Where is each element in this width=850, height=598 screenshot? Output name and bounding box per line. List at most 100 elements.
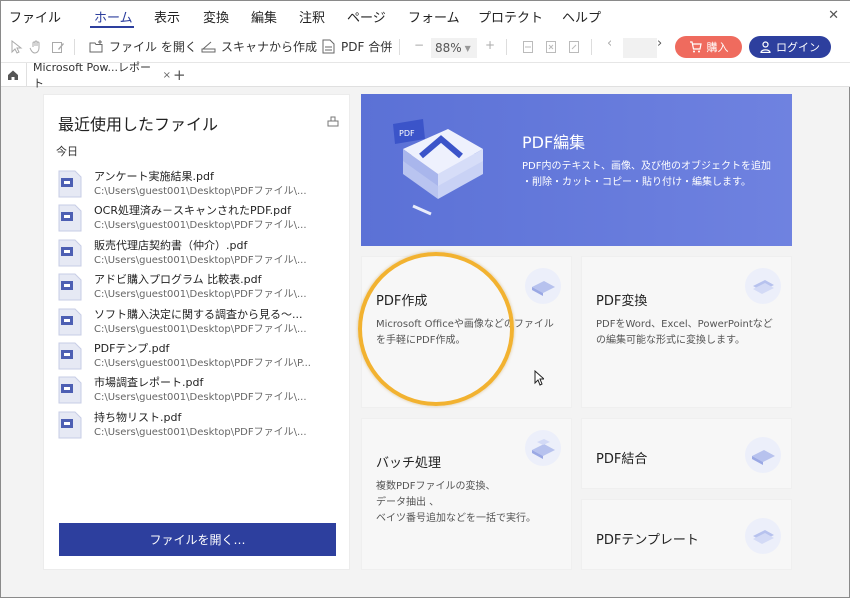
fit-width-icon[interactable] [521, 40, 535, 54]
menu-convert[interactable]: 変換 [203, 7, 229, 26]
pdf-combine-card[interactable]: PDF結合 [581, 418, 792, 489]
mouse-cursor-icon [534, 370, 544, 386]
pdf-convert-title: PDF変換 [596, 294, 648, 309]
pdf-convert-desc: PDFをWord、Excel、PowerPointなど の編集可能な形式に変換し… [596, 317, 791, 349]
recent-file-item[interactable]: 販売代理店契約書（仲介）.pdf C:\Users\guest001\Deskt… [58, 236, 348, 270]
select-icon[interactable] [9, 40, 23, 54]
recent-file-item[interactable]: ソフト購入決定に関する調査から見る～... C:\Users\guest001\… [58, 305, 348, 339]
zoom-value: 88% [435, 41, 462, 55]
pdf-convert-icon [745, 268, 781, 304]
active-menu-indicator [90, 26, 134, 28]
toolbar-divider [591, 39, 592, 55]
pdf-template-card[interactable]: PDFテンプレート [581, 499, 792, 570]
file-path: C:\Users\guest001\Desktop\PDFファイル\P... [94, 357, 311, 369]
pdf-edit-desc: PDF内のテキスト、画像、及び他のオブジェクトを追加 ・削除・カット・コピー・貼… [522, 159, 787, 191]
pdf-file-icon [58, 376, 82, 404]
login-button[interactable]: ログイン [749, 36, 831, 58]
scan-button[interactable]: スキャナから作成 [201, 38, 317, 55]
batch-desc-line: ベイツ番号追加などを一括で実行。 [376, 513, 536, 524]
recent-file-item[interactable]: アドビ購入プログラム 比較表.pdf C:\Users\guest001\Des… [58, 270, 348, 304]
pin-icon[interactable] [327, 115, 339, 127]
fit-page-icon[interactable] [544, 40, 558, 54]
pdf-convert-desc-line: の編集可能な形式に変換します。 [596, 335, 745, 346]
pdf-edit-title: PDF編集 [522, 133, 586, 152]
app-window: ファイル ホーム 表示 変換 編集 注釈 ページ フォーム プロテクト ヘルプ … [0, 0, 850, 598]
batch-icon [525, 430, 561, 466]
pdf-edit-desc-line: ・削除・カット・コピー・貼り付け・編集します。 [522, 177, 751, 188]
recent-file-item[interactable]: 持ち物リスト.pdf C:\Users\guest001\Desktop\PDF… [58, 408, 348, 442]
recent-group-label: 今日 [56, 145, 78, 158]
recent-file-item[interactable]: OCR処理済み－スキャンされたPDF.pdf C:\Users\guest001… [58, 201, 348, 235]
recent-file-list: アンケート実施結果.pdf C:\Users\guest001\Desktop\… [58, 167, 348, 442]
hand-icon[interactable] [29, 40, 43, 54]
add-tab-button[interactable]: + [173, 66, 186, 84]
menu-page[interactable]: ページ [347, 7, 386, 26]
batch-desc: 複数PDFファイルの変換、 データ抽出 、 ベイツ番号追加などを一括で実行。 [376, 479, 571, 527]
zoom-out-button[interactable]: − [414, 38, 424, 52]
recent-file-item[interactable]: PDFテンプ.pdf C:\Users\guest001\Desktop\PDF… [58, 339, 348, 373]
scan-label: スキャナから作成 [221, 40, 318, 54]
pdf-edit-illustration-icon: PDF [393, 119, 483, 216]
user-icon [760, 41, 771, 53]
zoom-in-button[interactable]: + [485, 38, 495, 52]
file-path: C:\Users\guest001\Desktop\PDFファイル\... [94, 186, 307, 197]
recent-file-item[interactable]: 市場調査レポート.pdf C:\Users\guest001\Desktop\P… [58, 373, 348, 407]
file-path: C:\Users\guest001\Desktop\PDFファイル\... [94, 426, 307, 438]
document-tab[interactable]: Microsoft Pow...レポート × [26, 61, 171, 90]
menu-form[interactable]: フォーム [408, 7, 460, 26]
pdf-file-icon [58, 273, 82, 301]
menu-annotate[interactable]: 注釈 [299, 7, 325, 26]
pdf-file-icon [58, 342, 82, 370]
open-file-main-button[interactable]: ファイルを開く… [59, 523, 336, 556]
pdf-combine-title: PDF結合 [596, 452, 648, 467]
document-tab-label: Microsoft Pow...レポート [33, 61, 152, 90]
pdf-edit-desc-line: PDF内のテキスト、画像、及び他のオブジェクトを追加 [522, 161, 771, 172]
file-path: C:\Users\guest001\Desktop\PDFファイル\... [94, 392, 307, 404]
zoom-select[interactable]: 88% ▼ [431, 38, 477, 58]
chevron-down-icon: ▼ [464, 43, 471, 53]
scanner-icon [201, 41, 216, 53]
pdf-convert-desc-line: PDFをWord、Excel、PowerPointなど [596, 319, 773, 330]
pdf-convert-card[interactable]: PDF変換 PDFをWord、Excel、PowerPointなど の編集可能な… [581, 256, 792, 408]
toolbar-divider [399, 39, 400, 55]
batch-card[interactable]: バッチ処理 複数PDFファイルの変換、 データ抽出 、 ベイツ番号追加などを一括… [361, 418, 572, 570]
pdf-file-icon [58, 204, 82, 232]
file-path: C:\Users\guest001\Desktop\PDFファイル\... [94, 254, 307, 266]
open-file-button[interactable]: ファイル を開く [89, 38, 197, 55]
pdf-combine-icon [745, 437, 781, 473]
recent-files-panel: 最近使用したファイル 今日 アンケート実施結果.pdf C:\Users\gue… [43, 94, 350, 570]
batch-desc-line: データ抽出 、 [376, 497, 440, 508]
home-icon[interactable] [7, 69, 19, 81]
pdf-file-icon [58, 411, 82, 439]
recent-file-item[interactable]: アンケート実施結果.pdf C:\Users\guest001\Desktop\… [58, 167, 348, 201]
prev-page-button[interactable]: ‹ [607, 36, 612, 51]
menu-help[interactable]: ヘルプ [562, 7, 601, 26]
pdf-file-icon [58, 170, 82, 198]
next-page-button[interactable]: › [657, 36, 662, 51]
edit-icon[interactable] [51, 40, 65, 54]
pdf-template-icon [745, 518, 781, 554]
pdf-template-title: PDFテンプレート [596, 533, 699, 548]
menu-view[interactable]: 表示 [154, 7, 180, 26]
menu-home[interactable]: ホーム [94, 7, 133, 26]
menu-file[interactable]: ファイル [9, 7, 61, 26]
tab-close-icon[interactable]: × [163, 70, 171, 81]
rotate-icon[interactable] [567, 40, 581, 54]
file-path: C:\Users\guest001\Desktop\PDFファイル\... [94, 323, 307, 335]
document-icon [322, 39, 335, 54]
file-path: C:\Users\guest001\Desktop\PDFファイル\... [94, 220, 307, 232]
combine-button[interactable]: PDF 合併 [321, 38, 392, 55]
pdf-edit-card[interactable]: PDF PDF編集 PDF内のテキスト、画像、及び他のオブジェクトを追加 ・削除… [361, 94, 792, 246]
login-label: ログイン [776, 41, 820, 54]
pdf-create-icon [525, 268, 561, 304]
file-path: C:\Users\guest001\Desktop\PDFファイル\... [94, 289, 307, 301]
close-icon[interactable]: ✕ [828, 8, 839, 23]
buy-label: 購入 [706, 41, 729, 54]
page-number-input[interactable] [623, 38, 657, 58]
menu-protect[interactable]: プロテクト [478, 7, 543, 26]
batch-title: バッチ処理 [376, 456, 442, 471]
pdf-label: PDF [399, 129, 415, 138]
menu-edit[interactable]: 編集 [251, 7, 277, 26]
pdf-file-icon [58, 308, 82, 336]
buy-button[interactable]: 購入 [675, 36, 742, 58]
